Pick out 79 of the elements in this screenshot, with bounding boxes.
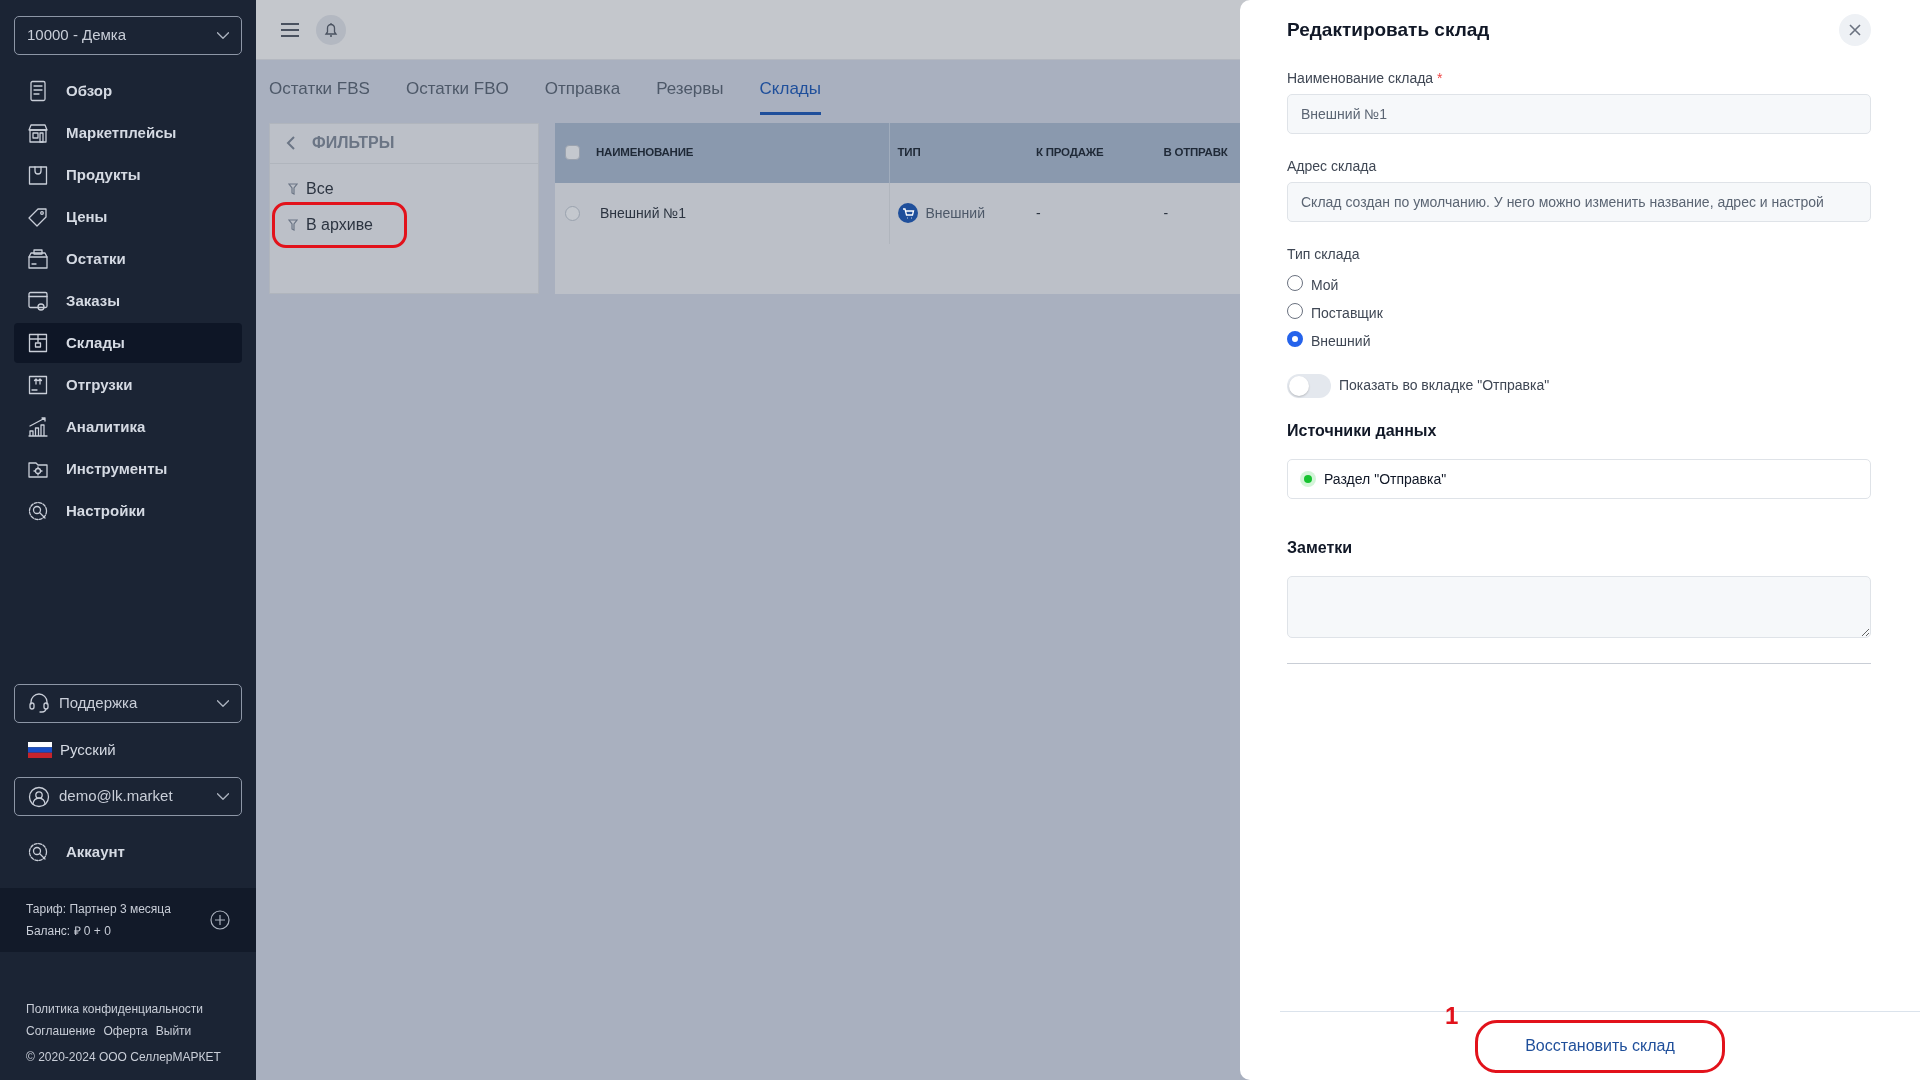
add-icon[interactable] [210,910,230,930]
nav-item[interactable]: Аналитика [14,407,242,447]
field-label: Наименование склада [1287,69,1434,86]
radio-option[interactable]: Мой [1287,270,1871,296]
checkbox[interactable] [565,205,580,221]
radio-option[interactable]: Поставщик [1287,298,1871,324]
nav-item[interactable]: Склады [14,323,242,363]
nav-item[interactable]: Заказы [14,281,242,321]
tab[interactable]: Склады [759,68,821,115]
flag-icon [28,741,52,758]
status-dot-icon [1300,471,1316,488]
required-mark: * [1437,69,1443,86]
bag-icon [26,163,50,187]
bell-icon[interactable] [316,14,346,45]
column-header: В ОТПРАВК [1163,144,1228,160]
nav-item[interactable]: Продукты [14,155,242,195]
column-header: ТИП [897,144,921,160]
box-icon [26,331,50,355]
chevron-down-icon [217,793,229,800]
filter-item[interactable]: В архиве [288,209,373,240]
panel-title: Редактировать склад [1287,17,1490,42]
toggle-label: Показать во вкладке "Отправка" [1339,376,1550,396]
box-icon [26,247,50,271]
footer-link[interactable]: Политика конфиденциальности [26,1002,204,1016]
cart-icon [897,203,918,223]
table-cell-text: Внешний [925,203,985,223]
column-header: НАИМЕНОВАНИЕ [596,144,694,160]
field-label: Тип склада [1287,244,1361,264]
footer-link[interactable]: Оферта [103,1022,148,1040]
shop-icon [26,121,50,145]
checkbox[interactable] [565,145,580,160]
support-select[interactable]: Поддержка [14,683,242,723]
footer-link[interactable]: Выйти [155,1022,192,1040]
bar-chart-icon [26,415,50,439]
data-source-item: Раздел "Отправка" [1287,459,1871,500]
column-header: К ПРОДАЖЕ [1035,144,1104,160]
nav-item[interactable]: Настройки [14,491,242,531]
menu-icon[interactable] [280,21,300,38]
language-selector[interactable]: Русский [28,738,228,761]
nav-item[interactable]: Маркетплейсы [14,113,242,153]
close-icon[interactable] [1839,14,1871,46]
nav-item[interactable]: Цены [14,197,242,237]
toggle-switch[interactable] [1287,373,1331,398]
headset-icon [27,691,51,715]
chevron-down-icon [217,699,229,707]
box-icon [26,373,50,397]
balance-text: Баланс: ₽ 0 + 0 [26,923,112,940]
notes-field[interactable] [1287,575,1871,638]
user-icon [27,784,51,809]
account-select[interactable]: 10000 - Демка [14,16,242,55]
filter-icon [288,218,298,231]
radio-option[interactable]: Внешний [1287,326,1871,352]
filter-item[interactable]: Все [288,173,334,204]
filter-header: ФИЛЬТРЫ [270,123,538,164]
gear-icon [26,840,50,864]
tariff-text: Тариф: Партнер 3 месяца [26,901,171,918]
field-label: Адрес склада [1287,156,1378,176]
footer-link[interactable]: Соглашение [26,1022,96,1040]
account-link[interactable]: Аккаунт [14,832,242,872]
chevron-down-icon [217,32,229,39]
address-field[interactable]: Склад создан по умолчанию. У него можно изменить название, адрес и настрой [1287,182,1871,223]
table-cell-text: - [1163,203,1169,223]
nav-item[interactable]: Обзор [14,71,242,111]
copyright-text: © 2020-2024 ООО СеллерМАРКЕТ [26,1049,222,1066]
user-select[interactable]: demo@lk.market [14,777,242,816]
section-heading: Источники данных [1287,421,1438,442]
tag-icon [26,205,50,229]
name-field[interactable]: Внешний №1 [1287,94,1871,135]
window-icon [26,289,50,313]
gear-icon [26,499,50,523]
section-heading: Заметки [1287,537,1354,558]
table-cell-text: Внешний №1 [600,203,687,223]
nav-item[interactable]: Отгрузки [14,365,242,405]
nav-item[interactable]: Остатки [14,239,242,279]
filter-icon [288,182,298,195]
nav-item[interactable]: Инструменты [14,449,242,489]
annotation-number: 1 [1445,1003,1459,1028]
table-cell-text: - [1035,203,1041,223]
chevron-left-icon[interactable] [286,136,296,150]
